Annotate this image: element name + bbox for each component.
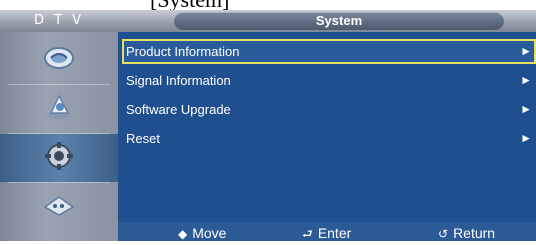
- setup-gear-icon: [44, 141, 74, 176]
- menu-item-software-upgrade[interactable]: Software Upgrade ►: [122, 97, 536, 122]
- picture-icon: [42, 45, 76, 76]
- menu-item-signal-information[interactable]: Signal Information ►: [122, 68, 536, 93]
- chevron-right-icon: ►: [520, 102, 532, 116]
- chevron-right-icon: ►: [520, 131, 532, 145]
- top-caption-strip: [System]: [0, 0, 536, 10]
- sound-icon: [42, 93, 76, 126]
- chevron-right-icon: ►: [520, 44, 532, 58]
- footer-return-label: Return: [453, 225, 496, 241]
- menu-item-label: Reset: [126, 131, 160, 146]
- sidebar-item-input[interactable]: [0, 183, 118, 231]
- page-title: System: [315, 13, 363, 28]
- sidebar-item-picture[interactable]: [0, 36, 118, 84]
- menu-item-label: Product Information: [126, 44, 240, 59]
- input-icon: [41, 193, 77, 222]
- source-label: D T V: [33, 13, 85, 28]
- footer-help-bar: ◆ Move ⮐ Enter ↺ Return: [118, 222, 536, 241]
- enter-icon: ⮐: [302, 227, 313, 241]
- menu-item-product-information[interactable]: Product Information ►: [122, 39, 536, 64]
- sidebar-item-setup[interactable]: [0, 134, 118, 182]
- footer-return: ↺ Return: [438, 222, 495, 241]
- menu-panel: Product Information ► Signal Information…: [118, 32, 536, 241]
- top-caption-text: [System]: [150, 0, 229, 10]
- menu-item-label: Signal Information: [126, 73, 231, 88]
- menu-item-reset[interactable]: Reset ►: [122, 126, 536, 151]
- footer-enter: ⮐ Enter: [302, 222, 351, 241]
- chevron-right-icon: ►: [520, 73, 532, 87]
- move-icon: ◆: [178, 227, 188, 241]
- footer-move-label: Move: [192, 225, 227, 241]
- menu-item-label: Software Upgrade: [126, 102, 231, 117]
- footer-move: ◆ Move: [178, 222, 226, 241]
- footer-enter-label: Enter: [317, 225, 352, 241]
- header-bar: D T V System: [0, 10, 536, 32]
- return-icon: ↺: [438, 227, 449, 241]
- tv-osd-frame: [System] D T V System: [0, 0, 536, 241]
- sidebar-item-sound[interactable]: [0, 85, 118, 133]
- category-sidebar: [0, 32, 118, 241]
